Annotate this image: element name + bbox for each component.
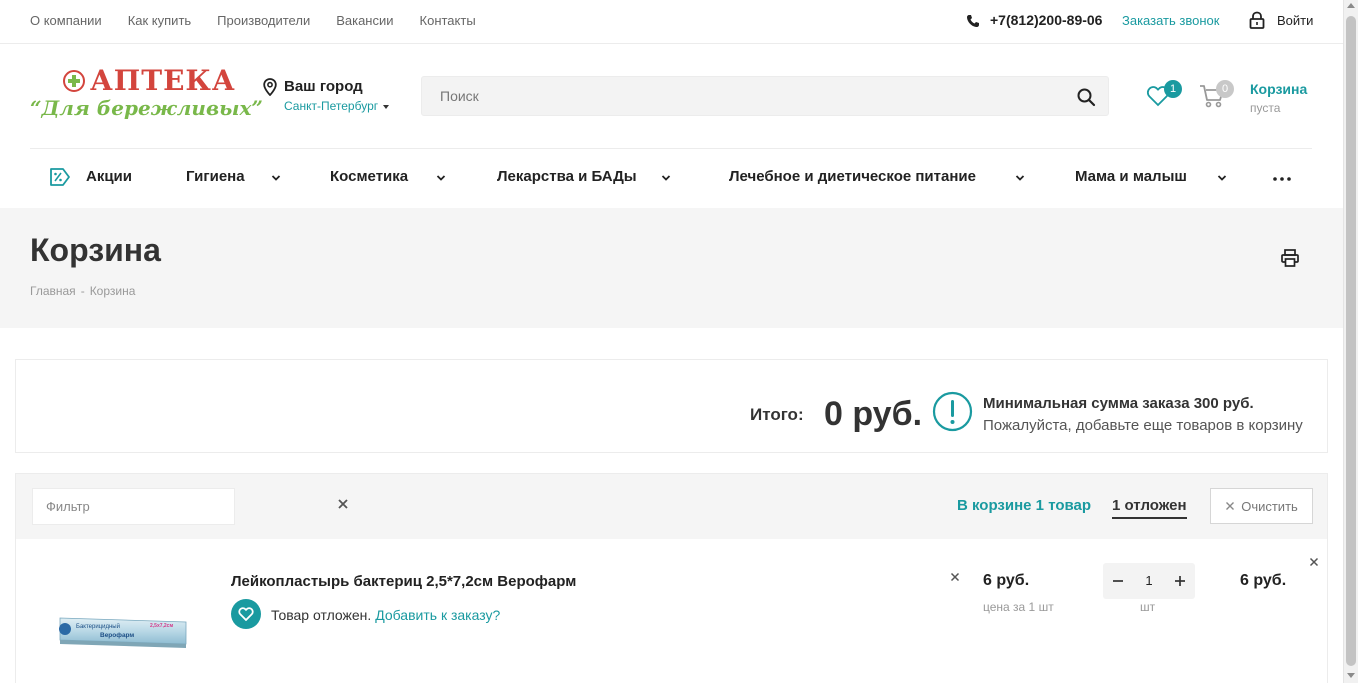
warning-icon: [932, 391, 973, 432]
chevron-down-icon[interactable]: [661, 173, 671, 183]
product-image-brand: Верофарм: [100, 632, 134, 639]
delayed-status: Товар отложен. Добавить к заказу?: [271, 607, 500, 623]
product-image[interactable]: Бактерицидный Верофарм 2,5х7,2см: [58, 608, 188, 652]
breadcrumb-separator: -: [80, 284, 85, 298]
product-image-text: Бактерицидный: [76, 623, 120, 630]
menu-item-medicines[interactable]: Лекарства и БАДы: [497, 168, 637, 185]
callback-link[interactable]: Заказать звонок: [1122, 13, 1219, 28]
chevron-down-icon[interactable]: [436, 173, 446, 183]
add-to-order-link[interactable]: Добавить к заказу?: [375, 607, 500, 623]
cart-badge: 0: [1216, 80, 1234, 98]
menu-item-cosmetics[interactable]: Косметика: [330, 168, 408, 185]
scrollbar[interactable]: [1343, 0, 1358, 683]
order-total-panel: Итого: 0 руб. Минимальная сумма заказа 3…: [15, 359, 1328, 453]
search-input[interactable]: [422, 77, 1062, 115]
topnav-vacancies[interactable]: Вакансии: [336, 13, 393, 28]
min-order-title: Минимальная сумма заказа 300 руб.: [983, 395, 1254, 412]
quantity-stepper: 1: [1103, 563, 1195, 599]
cart-status: пуста: [1250, 101, 1281, 115]
chevron-down-icon[interactable]: [271, 173, 281, 183]
quantity-value[interactable]: 1: [1133, 573, 1165, 588]
lock-icon[interactable]: [1248, 11, 1266, 29]
chevron-down-icon[interactable]: [1217, 173, 1227, 183]
scroll-thumb[interactable]: [1346, 16, 1356, 666]
topnav-how-to-buy[interactable]: Как купить: [128, 13, 191, 28]
remove-item-icon[interactable]: [1309, 557, 1319, 567]
basket-panel: В корзине 1 товар 1 отложен Очистить Бак…: [15, 473, 1328, 683]
logo-title: АПТЕКА: [90, 64, 236, 97]
scroll-up-arrow-icon[interactable]: [1347, 3, 1355, 8]
page-header: Корзина Главная - Корзина: [0, 208, 1343, 328]
plus-icon[interactable]: [1173, 574, 1187, 588]
clear-button[interactable]: Очистить: [1210, 488, 1313, 524]
close-icon[interactable]: [950, 572, 960, 582]
basket-toolbar: В корзине 1 товар 1 отложен Очистить: [16, 474, 1327, 539]
scroll-down-arrow-icon[interactable]: [1347, 673, 1355, 678]
basket-item: Бактерицидный Верофарм 2,5х7,2см Лейкопл…: [16, 539, 1327, 683]
city-select[interactable]: Санкт-Петербург: [284, 99, 390, 113]
search-bar: [421, 76, 1109, 116]
city-label: Ваш город: [284, 78, 363, 95]
chevron-down-icon[interactable]: [1015, 173, 1025, 183]
minus-icon[interactable]: [1111, 574, 1125, 588]
quantity-unit: шт: [1140, 600, 1156, 614]
total-value: 0 руб.: [824, 395, 923, 433]
search-icon[interactable]: [1076, 87, 1096, 107]
delayed-heart-icon: [231, 599, 261, 629]
caret-down-icon: [383, 104, 390, 109]
pharmacy-cross-icon: [63, 70, 85, 92]
product-name[interactable]: Лейкопластырь бактериц 2,5*7,2см Верофар…: [231, 573, 576, 590]
breadcrumb: Главная - Корзина: [30, 284, 135, 298]
menu-item-mother-baby[interactable]: Мама и малыш: [1075, 168, 1187, 185]
tab-delayed[interactable]: 1 отложен: [1112, 497, 1187, 519]
menu-item-nutrition[interactable]: Лечебное и диетическое питание: [729, 168, 976, 185]
favorites-badge: 1: [1164, 80, 1182, 98]
top-nav: О компании Как купить Производители Вака…: [30, 13, 476, 28]
phone-icon: [967, 15, 979, 27]
menu-item-promo[interactable]: Акции: [86, 168, 132, 185]
page-title: Корзина: [30, 232, 161, 268]
filter-box: [32, 488, 235, 525]
menu-item-hygiene[interactable]: Гигиена: [186, 168, 245, 185]
topnav-contacts[interactable]: Контакты: [420, 13, 476, 28]
breadcrumb-home[interactable]: Главная: [30, 284, 76, 298]
item-total: 6 руб.: [1240, 572, 1287, 589]
login-link[interactable]: Войти: [1277, 13, 1313, 28]
topnav-about[interactable]: О компании: [30, 13, 102, 28]
cart-title[interactable]: Корзина: [1250, 81, 1307, 97]
logo-subtitle: “Для бережливых”: [30, 96, 263, 120]
more-dots-icon[interactable]: [1272, 176, 1292, 182]
close-icon[interactable]: [337, 498, 349, 510]
phone-number[interactable]: +7(812)200-89-06: [990, 12, 1102, 28]
discount-tag-icon: [50, 168, 70, 186]
breadcrumb-current: Корзина: [89, 284, 136, 298]
min-order-hint: Пожалуйста, добавьте еще товаров в корзи…: [983, 417, 1303, 434]
print-icon[interactable]: [1280, 248, 1300, 268]
main-menu: Акции Гигиена Косметика Лекарства и БАДы…: [30, 148, 1312, 208]
product-image-size: 2,5х7,2см: [150, 623, 173, 629]
logo[interactable]: АПТЕКА “Для бережливых”: [30, 64, 263, 126]
unit-price: 6 руб.: [983, 572, 1030, 589]
close-icon: [1226, 502, 1235, 510]
delayed-status-text: Товар отложен.: [271, 607, 372, 623]
topnav-manufacturers[interactable]: Производители: [217, 13, 310, 28]
filter-input[interactable]: [33, 489, 234, 524]
unit-price-label: цена за 1 шт: [983, 600, 1054, 614]
top-bar: О компании Как купить Производители Вака…: [0, 0, 1343, 44]
clear-button-label: Очистить: [1241, 498, 1298, 514]
city-value: Санкт-Петербург: [284, 99, 379, 113]
tab-in-cart[interactable]: В корзине 1 товар: [957, 497, 1091, 514]
total-label: Итого:: [750, 405, 804, 424]
location-pin-icon: [263, 78, 277, 96]
